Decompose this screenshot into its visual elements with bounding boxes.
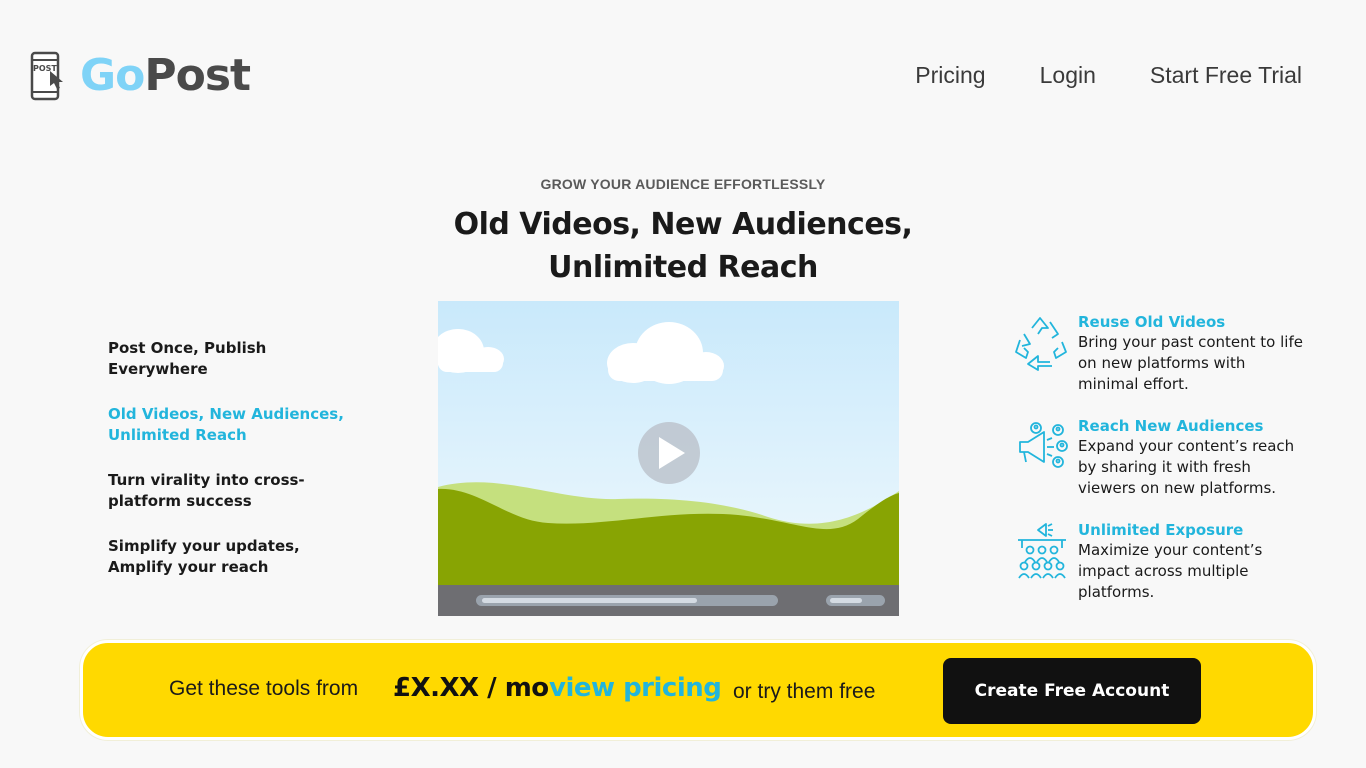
benefit-desc-line: viewers on new platforms. (1078, 479, 1277, 497)
benefits-list: Reuse Old Videos Bring your past content… (1014, 312, 1334, 624)
video-volume-fill (830, 598, 862, 603)
phone-cursor-icon: POST (30, 51, 64, 101)
benefit-desc-line: Maximize your content’s (1078, 541, 1263, 559)
logo-post: Post (144, 50, 251, 101)
crowd-icon (1014, 520, 1070, 580)
feature-tab-line: Amplify your reach (108, 558, 269, 576)
feature-tab-line: Unlimited Reach (108, 426, 247, 444)
feature-tab-simplify[interactable]: Simplify your updates, Amplify your reac… (108, 536, 348, 578)
logo[interactable]: POST GoPost (30, 50, 251, 102)
video-progress-fill (482, 598, 697, 603)
logo-icon-text: POST (33, 64, 57, 73)
feature-tab-line: Old Videos, New Audiences, (108, 405, 344, 423)
feature-tab-line: Simplify your updates, (108, 537, 300, 555)
benefit-item: Reuse Old Videos Bring your past content… (1014, 312, 1334, 395)
main-nav: Pricing Login Start Free Trial (915, 62, 1302, 89)
benefit-desc: Maximize your content’s impact across mu… (1078, 540, 1262, 603)
benefit-item: Reach New Audiences Expand your content’… (1014, 416, 1334, 499)
hero-title-line2: Unlimited Reach (548, 250, 818, 285)
logo-wordmark: GoPost (80, 50, 251, 102)
benefit-desc-line: platforms. (1078, 583, 1155, 601)
benefit-title: Unlimited Exposure (1078, 521, 1244, 539)
benefit-desc-line: impact across multiple (1078, 562, 1249, 580)
feature-tab-line: platform success (108, 492, 252, 510)
feature-tab-line: Turn virality into cross- (108, 471, 305, 489)
cta-text: Get these tools from (169, 677, 359, 700)
hero-title-line1: Old Videos, New Audiences, (453, 207, 913, 242)
video-player[interactable] (438, 301, 899, 616)
feature-tab-old-videos[interactable]: Old Videos, New Audiences, Unlimited Rea… (108, 404, 348, 446)
nav-login[interactable]: Login (1040, 62, 1096, 89)
benefit-desc-line: Bring your past content to life (1078, 333, 1303, 351)
feature-tab-virality[interactable]: Turn virality into cross- platform succe… (108, 470, 348, 512)
logo-go: Go (80, 50, 145, 101)
benefit-item: Unlimited Exposure Maximize your content… (1014, 520, 1334, 603)
cta-price: £X.XX / mo (393, 673, 549, 703)
benefit-desc-line: on new platforms with (1078, 354, 1246, 372)
benefit-desc: Expand your content’s reach by sharing i… (1078, 436, 1294, 499)
hero-eyebrow: GROW YOUR AUDIENCE EFFORTLESSLY (540, 176, 826, 192)
megaphone-icon (1014, 416, 1070, 476)
feature-tab-post-once[interactable]: Post Once, Publish Everywhere (108, 338, 348, 380)
benefit-title: Reuse Old Videos (1078, 313, 1226, 331)
benefit-desc: Bring your past content to life on new p… (1078, 332, 1303, 395)
create-free-account-button[interactable]: Create Free Account (943, 658, 1201, 724)
nav-pricing[interactable]: Pricing (915, 62, 985, 89)
feature-tab-line: Post Once, Publish (108, 339, 267, 357)
play-icon (638, 422, 700, 484)
nav-start-free-trial[interactable]: Start Free Trial (1150, 62, 1302, 89)
view-pricing-link[interactable]: view pricing (549, 673, 722, 703)
feature-tabs: Post Once, Publish Everywhere Old Videos… (108, 338, 348, 602)
recycle-icon (1014, 312, 1070, 372)
benefit-desc-line: Expand your content’s reach (1078, 437, 1295, 455)
cta-text-secondary: or try them free (733, 680, 876, 703)
feature-tab-line: Everywhere (108, 360, 208, 378)
benefit-desc-line: by sharing it with fresh (1078, 458, 1251, 476)
hero-title: Old Videos, New Audiences, Unlimited Rea… (383, 203, 983, 289)
cta-banner: Get these tools from £X.XX / mo view pri… (80, 640, 1316, 740)
benefit-title: Reach New Audiences (1078, 417, 1264, 435)
benefit-desc-line: minimal effort. (1078, 375, 1189, 393)
